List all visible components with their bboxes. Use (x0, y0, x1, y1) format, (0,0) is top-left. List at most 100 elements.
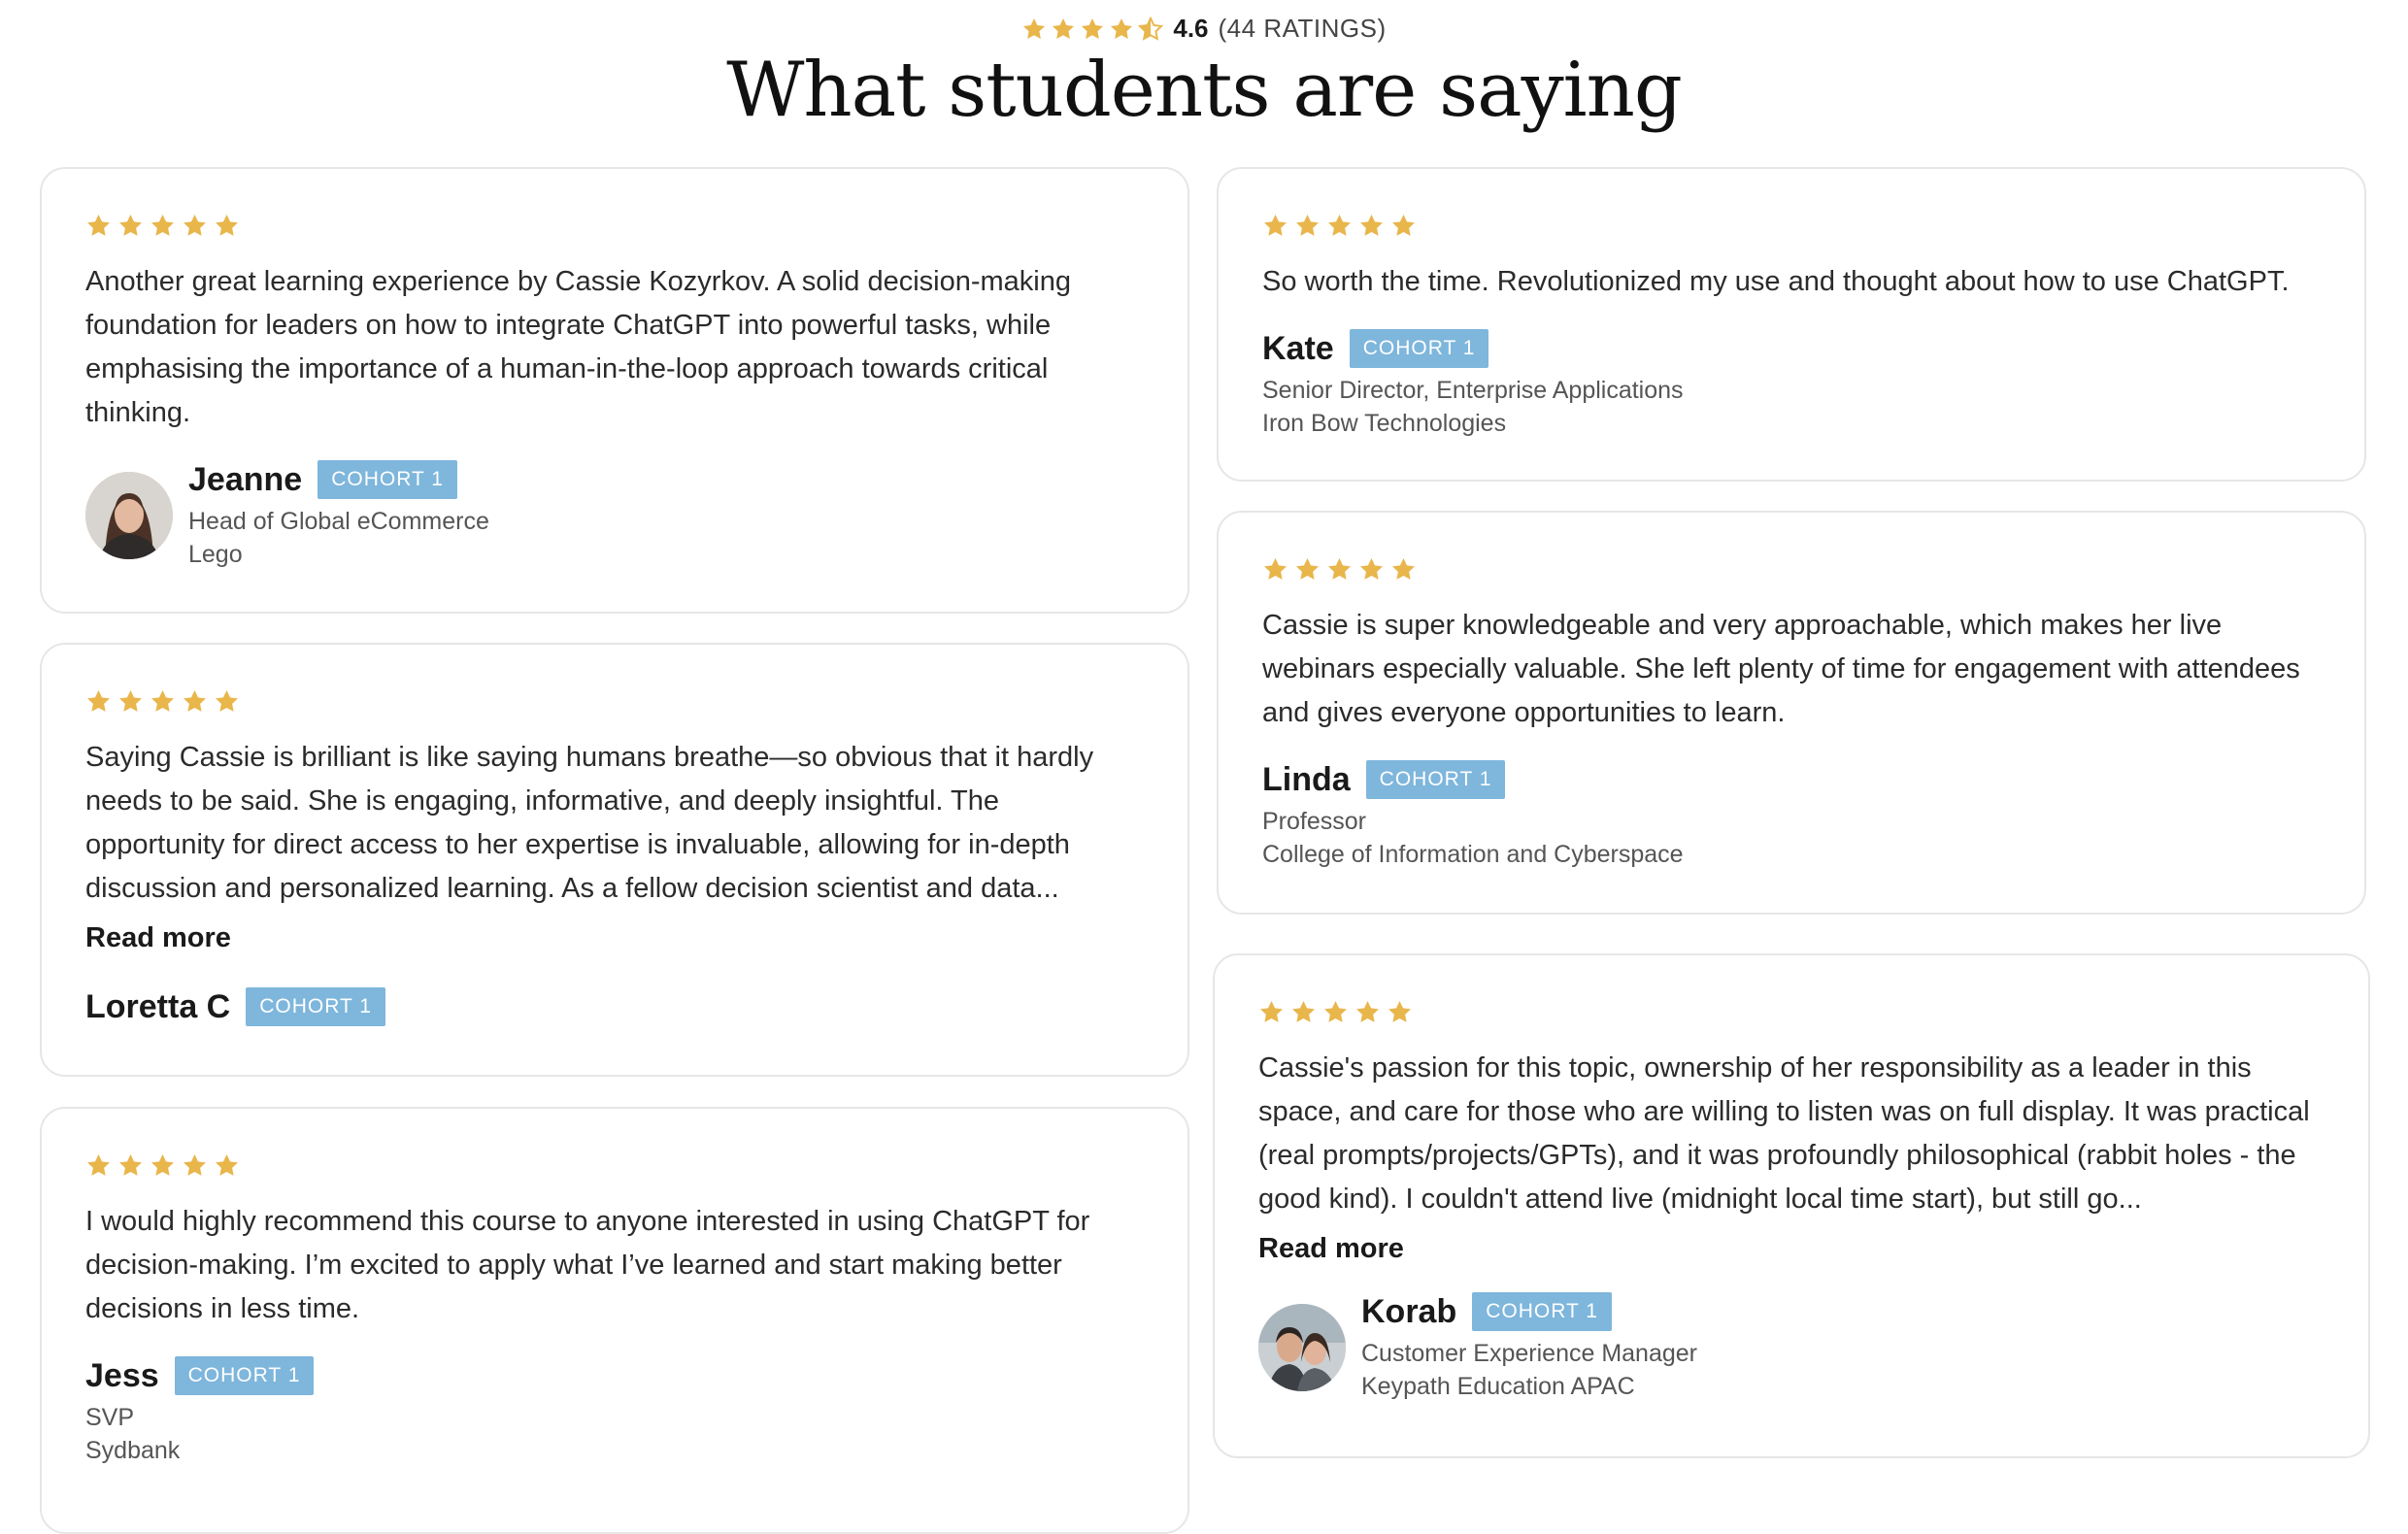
star-icon (117, 1152, 144, 1179)
cohort-badge: COHORT 1 (1365, 760, 1506, 799)
review-card: Another great learning experience by Cas… (40, 167, 1189, 614)
star-icon (214, 1152, 240, 1179)
summary-stars (1021, 17, 1163, 42)
reviewer-name: Loretta C (85, 987, 231, 1025)
reviewer-title: Senior Director, Enterprise Applications (1262, 377, 1684, 404)
star-icon (1262, 556, 1288, 583)
author-info: Jess COHORT 1 SVP Sydbank (85, 1356, 315, 1467)
review-card: So worth the time. Revolutionized my use… (1217, 167, 2366, 482)
star-icon (85, 1152, 112, 1179)
star-icon (117, 213, 144, 239)
star-icon (182, 1152, 208, 1179)
reviewer-company: Lego (188, 541, 243, 568)
star-icon (85, 213, 112, 239)
review-author: Loretta C COHORT 1 (85, 987, 1144, 1026)
star-icon (1354, 999, 1381, 1025)
cohort-badge: COHORT 1 (246, 987, 385, 1026)
reviewer-name: Korab (1361, 1292, 1457, 1330)
cohort-badge: COHORT 1 (1349, 329, 1489, 368)
review-stars (85, 1151, 1144, 1179)
section-heading: What students are saying (726, 47, 1683, 134)
ratings-count: (44 RATINGS) (1218, 14, 1387, 43)
review-author: Kate COHORT 1 Senior Director, Enterpris… (1262, 329, 2321, 440)
star-icon (1294, 213, 1321, 239)
reviewer-name: Kate (1262, 329, 1334, 367)
star-icon (1051, 17, 1076, 42)
review-text: Cassie is super knowledgeable and very a… (1262, 610, 2300, 728)
name-row: Korab COHORT 1 (1361, 1292, 1697, 1331)
star-icon (182, 213, 208, 239)
couple-photo-icon (1258, 1304, 1346, 1391)
review-author: Jeanne COHORT 1 Head of Global eCommerce… (85, 460, 1144, 571)
author-info: Korab COHORT 1 Customer Experience Manag… (1361, 1292, 1697, 1403)
star-icon (1290, 999, 1317, 1025)
review-stars (1262, 212, 2321, 239)
reviewer-name: Linda (1262, 760, 1351, 798)
review-card: I would highly recommend this course to … (40, 1107, 1189, 1534)
review-stars (1258, 998, 2324, 1025)
half-star-icon (1138, 17, 1163, 42)
star-icon (1262, 213, 1288, 239)
review-text: So worth the time. Revolutionized my use… (1262, 266, 2290, 297)
author-info: Jeanne COHORT 1 Head of Global eCommerce… (188, 460, 489, 571)
reviewer-company: Sydbank (85, 1437, 181, 1464)
review-card: Saying Cassie is brilliant is like sayin… (40, 643, 1189, 1077)
star-icon (1358, 213, 1385, 239)
star-icon (1021, 17, 1047, 42)
reviewer-title: Customer Experience Manager (1361, 1340, 1697, 1367)
star-icon (1322, 999, 1349, 1025)
rating-summary: 4.6 (44 RATINGS) (0, 14, 2408, 44)
star-icon (1390, 213, 1417, 239)
reviewer-name: Jess (85, 1356, 159, 1394)
reviewer-company: College of Information and Cyberspace (1262, 841, 1684, 868)
name-row: Jeanne COHORT 1 (188, 460, 489, 499)
star-icon (1109, 17, 1134, 42)
star-icon (150, 213, 176, 239)
review-author: Jess COHORT 1 SVP Sydbank (85, 1356, 1144, 1467)
star-icon (1326, 213, 1353, 239)
reviewer-title: Professor (1262, 808, 1366, 835)
cohort-badge: COHORT 1 (1472, 1292, 1612, 1331)
star-icon (214, 213, 240, 239)
woman-portrait-icon (85, 472, 173, 559)
review-author: Korab COHORT 1 Customer Experience Manag… (1258, 1292, 2324, 1403)
review-card: Cassie is super knowledgeable and very a… (1217, 511, 2366, 915)
reviewer-title: SVP (85, 1404, 135, 1431)
star-icon (1294, 556, 1321, 583)
reviewer-company: Iron Bow Technologies (1262, 410, 1507, 437)
star-icon (117, 688, 144, 715)
reviewer-name: Jeanne (188, 460, 303, 498)
cohort-badge: COHORT 1 (318, 460, 457, 499)
review-text: Cassie's passion for this topic, ownersh… (1258, 1052, 2310, 1215)
avatar (1258, 1304, 1346, 1391)
review-stars (85, 687, 1144, 715)
star-icon (1258, 999, 1285, 1025)
author-info: Loretta C COHORT 1 (85, 987, 385, 1026)
avatar (85, 472, 173, 559)
star-icon (182, 688, 208, 715)
review-text: Saying Cassie is brilliant is like sayin… (85, 742, 1094, 904)
name-row: Loretta C COHORT 1 (85, 987, 385, 1026)
read-more-link[interactable]: Read more (85, 922, 231, 954)
review-stars (85, 212, 1144, 239)
star-icon (1387, 999, 1413, 1025)
reviewer-company: Keypath Education APAC (1361, 1373, 1635, 1400)
review-card: Cassie's passion for this topic, ownersh… (1213, 953, 2370, 1458)
review-author: Linda COHORT 1 Professor College of Info… (1262, 760, 2321, 871)
read-more-link[interactable]: Read more (1258, 1233, 1404, 1265)
name-row: Kate COHORT 1 (1262, 329, 1684, 368)
author-info: Kate COHORT 1 Senior Director, Enterpris… (1262, 329, 1684, 440)
reviewer-title: Head of Global eCommerce (188, 508, 489, 535)
star-icon (1080, 17, 1105, 42)
star-icon (1390, 556, 1417, 583)
star-icon (1326, 556, 1353, 583)
star-icon (150, 688, 176, 715)
review-stars (1262, 555, 2321, 583)
star-icon (1358, 556, 1385, 583)
cohort-badge: COHORT 1 (174, 1356, 315, 1395)
star-icon (85, 688, 112, 715)
review-text: I would highly recommend this course to … (85, 1206, 1090, 1324)
name-row: Linda COHORT 1 (1262, 760, 1684, 799)
name-row: Jess COHORT 1 (85, 1356, 315, 1395)
average-rating: 4.6 (1173, 14, 1209, 43)
